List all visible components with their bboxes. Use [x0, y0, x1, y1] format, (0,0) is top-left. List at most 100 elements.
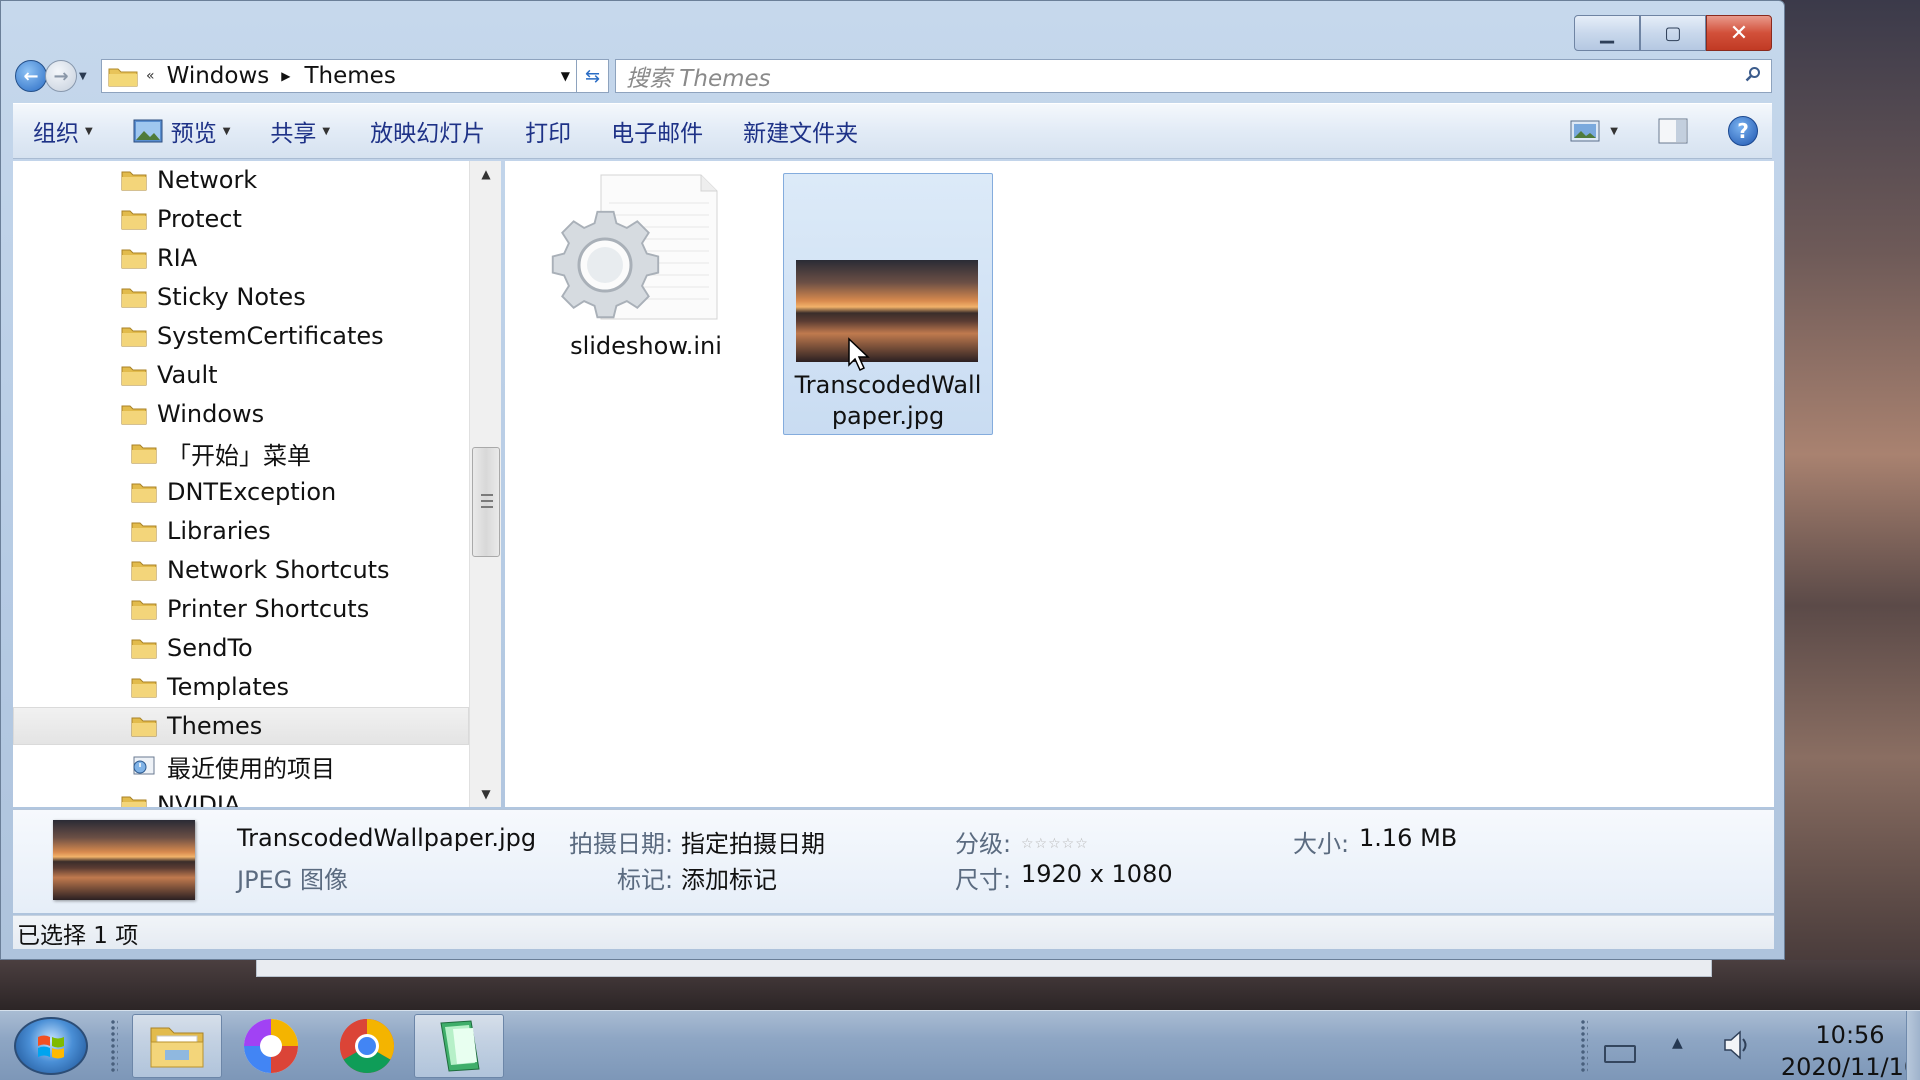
keyboard-icon[interactable]	[1604, 1045, 1636, 1063]
preview-button[interactable]: 预览 ▼	[113, 104, 251, 158]
tree-item-nvidia[interactable]: NVIDIA	[121, 786, 240, 807]
recent-pages-dropdown[interactable]: ▼	[79, 71, 87, 82]
tree-item-systemcertificates[interactable]: SystemCertificates	[121, 317, 384, 355]
date-taken-value[interactable]: 指定拍摄日期	[681, 824, 825, 859]
tree-item-vault[interactable]: Vault	[121, 356, 218, 394]
maximize-button[interactable]: ▢	[1640, 15, 1706, 51]
tree-item-label: Protect	[157, 205, 242, 233]
organize-label: 组织	[33, 121, 79, 147]
tree-item-sendto[interactable]: SendTo	[131, 629, 253, 667]
taskbar: ▲ 10:56 2020/11/10	[0, 1010, 1920, 1080]
maximize-icon: ▢	[1664, 22, 1682, 44]
share-button[interactable]: 共享 ▼	[250, 104, 350, 158]
tray-grip	[1580, 1019, 1588, 1073]
command-bar: 组织 ▼ 预览 ▼ 共享 ▼ 放映幻灯片 打印 电子邮件 新建文件夹 ▼ ?	[13, 103, 1772, 159]
folder-icon	[131, 561, 157, 581]
slideshow-button[interactable]: 放映幻灯片	[350, 104, 505, 158]
search-icon[interactable]	[1745, 66, 1761, 82]
dimensions-label: 尺寸:	[955, 866, 1012, 894]
nav-buttons: ← → ▼	[15, 60, 101, 92]
green-document-app-icon	[440, 1020, 480, 1072]
desktop-wallpaper	[1785, 0, 1920, 1010]
folder-icon	[121, 405, 147, 425]
tree-item-label: 最近使用的项目	[167, 754, 335, 783]
tree-scrollbar[interactable]: ▲ ▼	[469, 161, 501, 807]
folder-icon	[121, 171, 147, 191]
address-segment-themes[interactable]: Themes	[304, 63, 395, 89]
tree-item-label: NVIDIA	[157, 791, 241, 807]
minimize-button[interactable]: ▁	[1574, 15, 1640, 51]
file-item-slideshow-ini[interactable]: slideshow.ini	[541, 173, 751, 387]
rating-stars[interactable]: ☆☆☆☆☆	[1021, 836, 1089, 852]
scroll-up-arrow-icon[interactable]: ▲	[470, 161, 502, 187]
size-label: 大小:	[1293, 830, 1350, 858]
address-bar[interactable]: « Windows ▶ Themes ▼	[101, 59, 577, 93]
chrome-icon	[339, 1019, 395, 1074]
forward-button[interactable]: →	[45, 60, 77, 92]
tree-item-network-shortcuts[interactable]: Network Shortcuts	[131, 551, 390, 589]
taskbar-app-colorwheel-button[interactable]	[226, 1014, 316, 1078]
search-input[interactable]: 搜索 Themes	[615, 59, 1772, 93]
tree-item-label: Templates	[167, 673, 290, 701]
taskbar-app-green-button[interactable]	[414, 1014, 504, 1078]
speaker-icon[interactable]	[1722, 1029, 1752, 1061]
folder-icon	[131, 717, 157, 737]
scroll-down-arrow-icon[interactable]: ▼	[470, 781, 502, 807]
tree-item-network[interactable]: Network	[121, 161, 257, 199]
view-dropdown-icon[interactable]: ▼	[1610, 126, 1618, 137]
tree-item-sticky-notes[interactable]: Sticky Notes	[121, 278, 306, 316]
tree-item-dntexception[interactable]: DNTException	[131, 473, 336, 511]
tree-item-recent-items[interactable]: 最近使用的项目	[131, 747, 335, 785]
folder-icon	[121, 210, 147, 230]
details-filetype: JPEG 图像	[237, 866, 348, 894]
back-button[interactable]: ←	[15, 60, 47, 92]
caption-buttons: ▁ ▢ ✕	[1574, 15, 1772, 51]
tags-value[interactable]: 添加标记	[681, 860, 777, 895]
email-button[interactable]: 电子邮件	[591, 104, 723, 158]
address-segment-windows[interactable]: Windows	[167, 63, 270, 89]
details-thumbnail	[53, 820, 195, 900]
close-button[interactable]: ✕	[1706, 15, 1772, 51]
show-hidden-icons-icon[interactable]: ▲	[1672, 1035, 1683, 1051]
folder-icon	[131, 678, 157, 698]
preview-pane-icon[interactable]	[1658, 118, 1688, 144]
scroll-thumb[interactable]	[472, 447, 500, 557]
tree-item-protect[interactable]: Protect	[121, 200, 242, 238]
details-pane: TranscodedWallpaper.jpg JPEG 图像 拍摄日期: 指定…	[13, 809, 1774, 913]
change-view-icon[interactable]	[1570, 119, 1600, 143]
tree-item-printer-shortcuts[interactable]: Printer Shortcuts	[131, 590, 369, 628]
system-clock[interactable]: 10:56 2020/11/10	[1780, 1019, 1920, 1080]
file-name-line2: paper.jpg	[831, 402, 945, 430]
folder-icon	[121, 327, 147, 347]
address-history-dropdown[interactable]: ▼	[561, 69, 570, 83]
windows-logo-icon	[38, 1035, 64, 1059]
file-list-pane[interactable]: slideshow.ini TranscodedWall paper.jpg	[505, 161, 1774, 807]
organize-button[interactable]: 组织 ▼	[13, 104, 113, 158]
back-arrow-icon: ←	[23, 65, 39, 87]
chevron-down-icon: ▼	[322, 125, 331, 137]
tree-item-libraries[interactable]: Libraries	[131, 512, 271, 550]
help-icon[interactable]: ?	[1728, 116, 1758, 146]
folder-icon	[121, 249, 147, 269]
tree-item-label: SystemCertificates	[157, 322, 384, 350]
tree-item-ria[interactable]: RIA	[121, 239, 197, 277]
address-separator-arrow-icon[interactable]: ▶	[281, 69, 290, 83]
start-button[interactable]	[14, 1017, 88, 1075]
print-button[interactable]: 打印	[505, 104, 591, 158]
new-folder-button[interactable]: 新建文件夹	[723, 104, 878, 158]
share-label: 共享	[270, 121, 317, 147]
taskbar-chrome-button[interactable]	[322, 1014, 412, 1078]
show-desktop-button[interactable]	[1906, 1011, 1920, 1080]
taskbar-explorer-button[interactable]	[132, 1014, 222, 1078]
refresh-button[interactable]: ⇆	[577, 59, 609, 93]
file-item-transcodedwallpaper-jpg[interactable]: TranscodedWall paper.jpg	[783, 173, 993, 435]
address-overflow-chevron[interactable]: «	[146, 68, 155, 84]
tree-item-label: Libraries	[167, 517, 271, 545]
tree-item-windows[interactable]: Windows	[121, 395, 264, 433]
command-bar-right: ▼ ?	[1570, 116, 1772, 146]
picture-icon	[133, 119, 163, 143]
tree-item-start-menu[interactable]: 「开始」菜单	[131, 434, 311, 472]
tree-item-themes[interactable]: Themes	[13, 707, 469, 745]
size-value: 1.16 MB	[1359, 824, 1458, 852]
tree-item-templates[interactable]: Templates	[131, 668, 289, 706]
